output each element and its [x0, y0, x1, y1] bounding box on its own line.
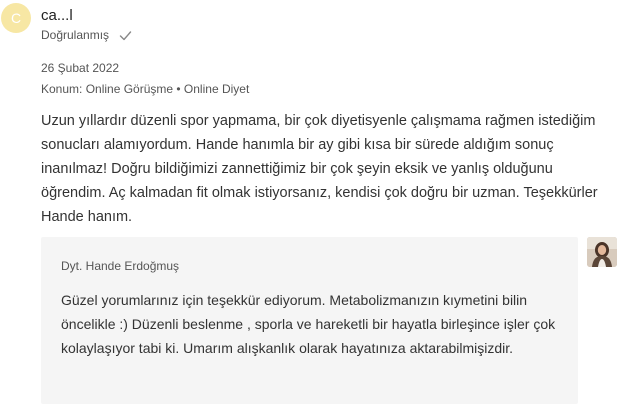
verified-label: Doğrulanmış: [41, 28, 110, 42]
review-topic: Konum: Online Görüşme • Online Diyet: [41, 82, 250, 96]
review-date: 26 Şubat 2022: [41, 61, 120, 75]
reply-author: Dyt. Hande Erdoğmuş: [61, 259, 180, 273]
doctor-reply: Dyt. Hande Erdoğmuş Güzel yorumlarınız i…: [41, 237, 578, 404]
user-avatar: C: [1, 3, 31, 33]
check-icon: [119, 29, 132, 42]
review-text: Uzun yıllardır düzenli spor yapmama, bir…: [41, 113, 598, 225]
verified-status: Doğrulanmış: [41, 28, 132, 42]
reviewer-name: ca...l: [41, 7, 73, 24]
review-card: C ca...l Doğrulanmış 26 Şubat 2022 Konum…: [0, 0, 623, 406]
doctor-avatar: [587, 237, 617, 267]
reply-text: Güzel yorumlarınız için teşekkür ediyoru…: [61, 292, 556, 356]
avatar-letter: C: [10, 10, 22, 26]
